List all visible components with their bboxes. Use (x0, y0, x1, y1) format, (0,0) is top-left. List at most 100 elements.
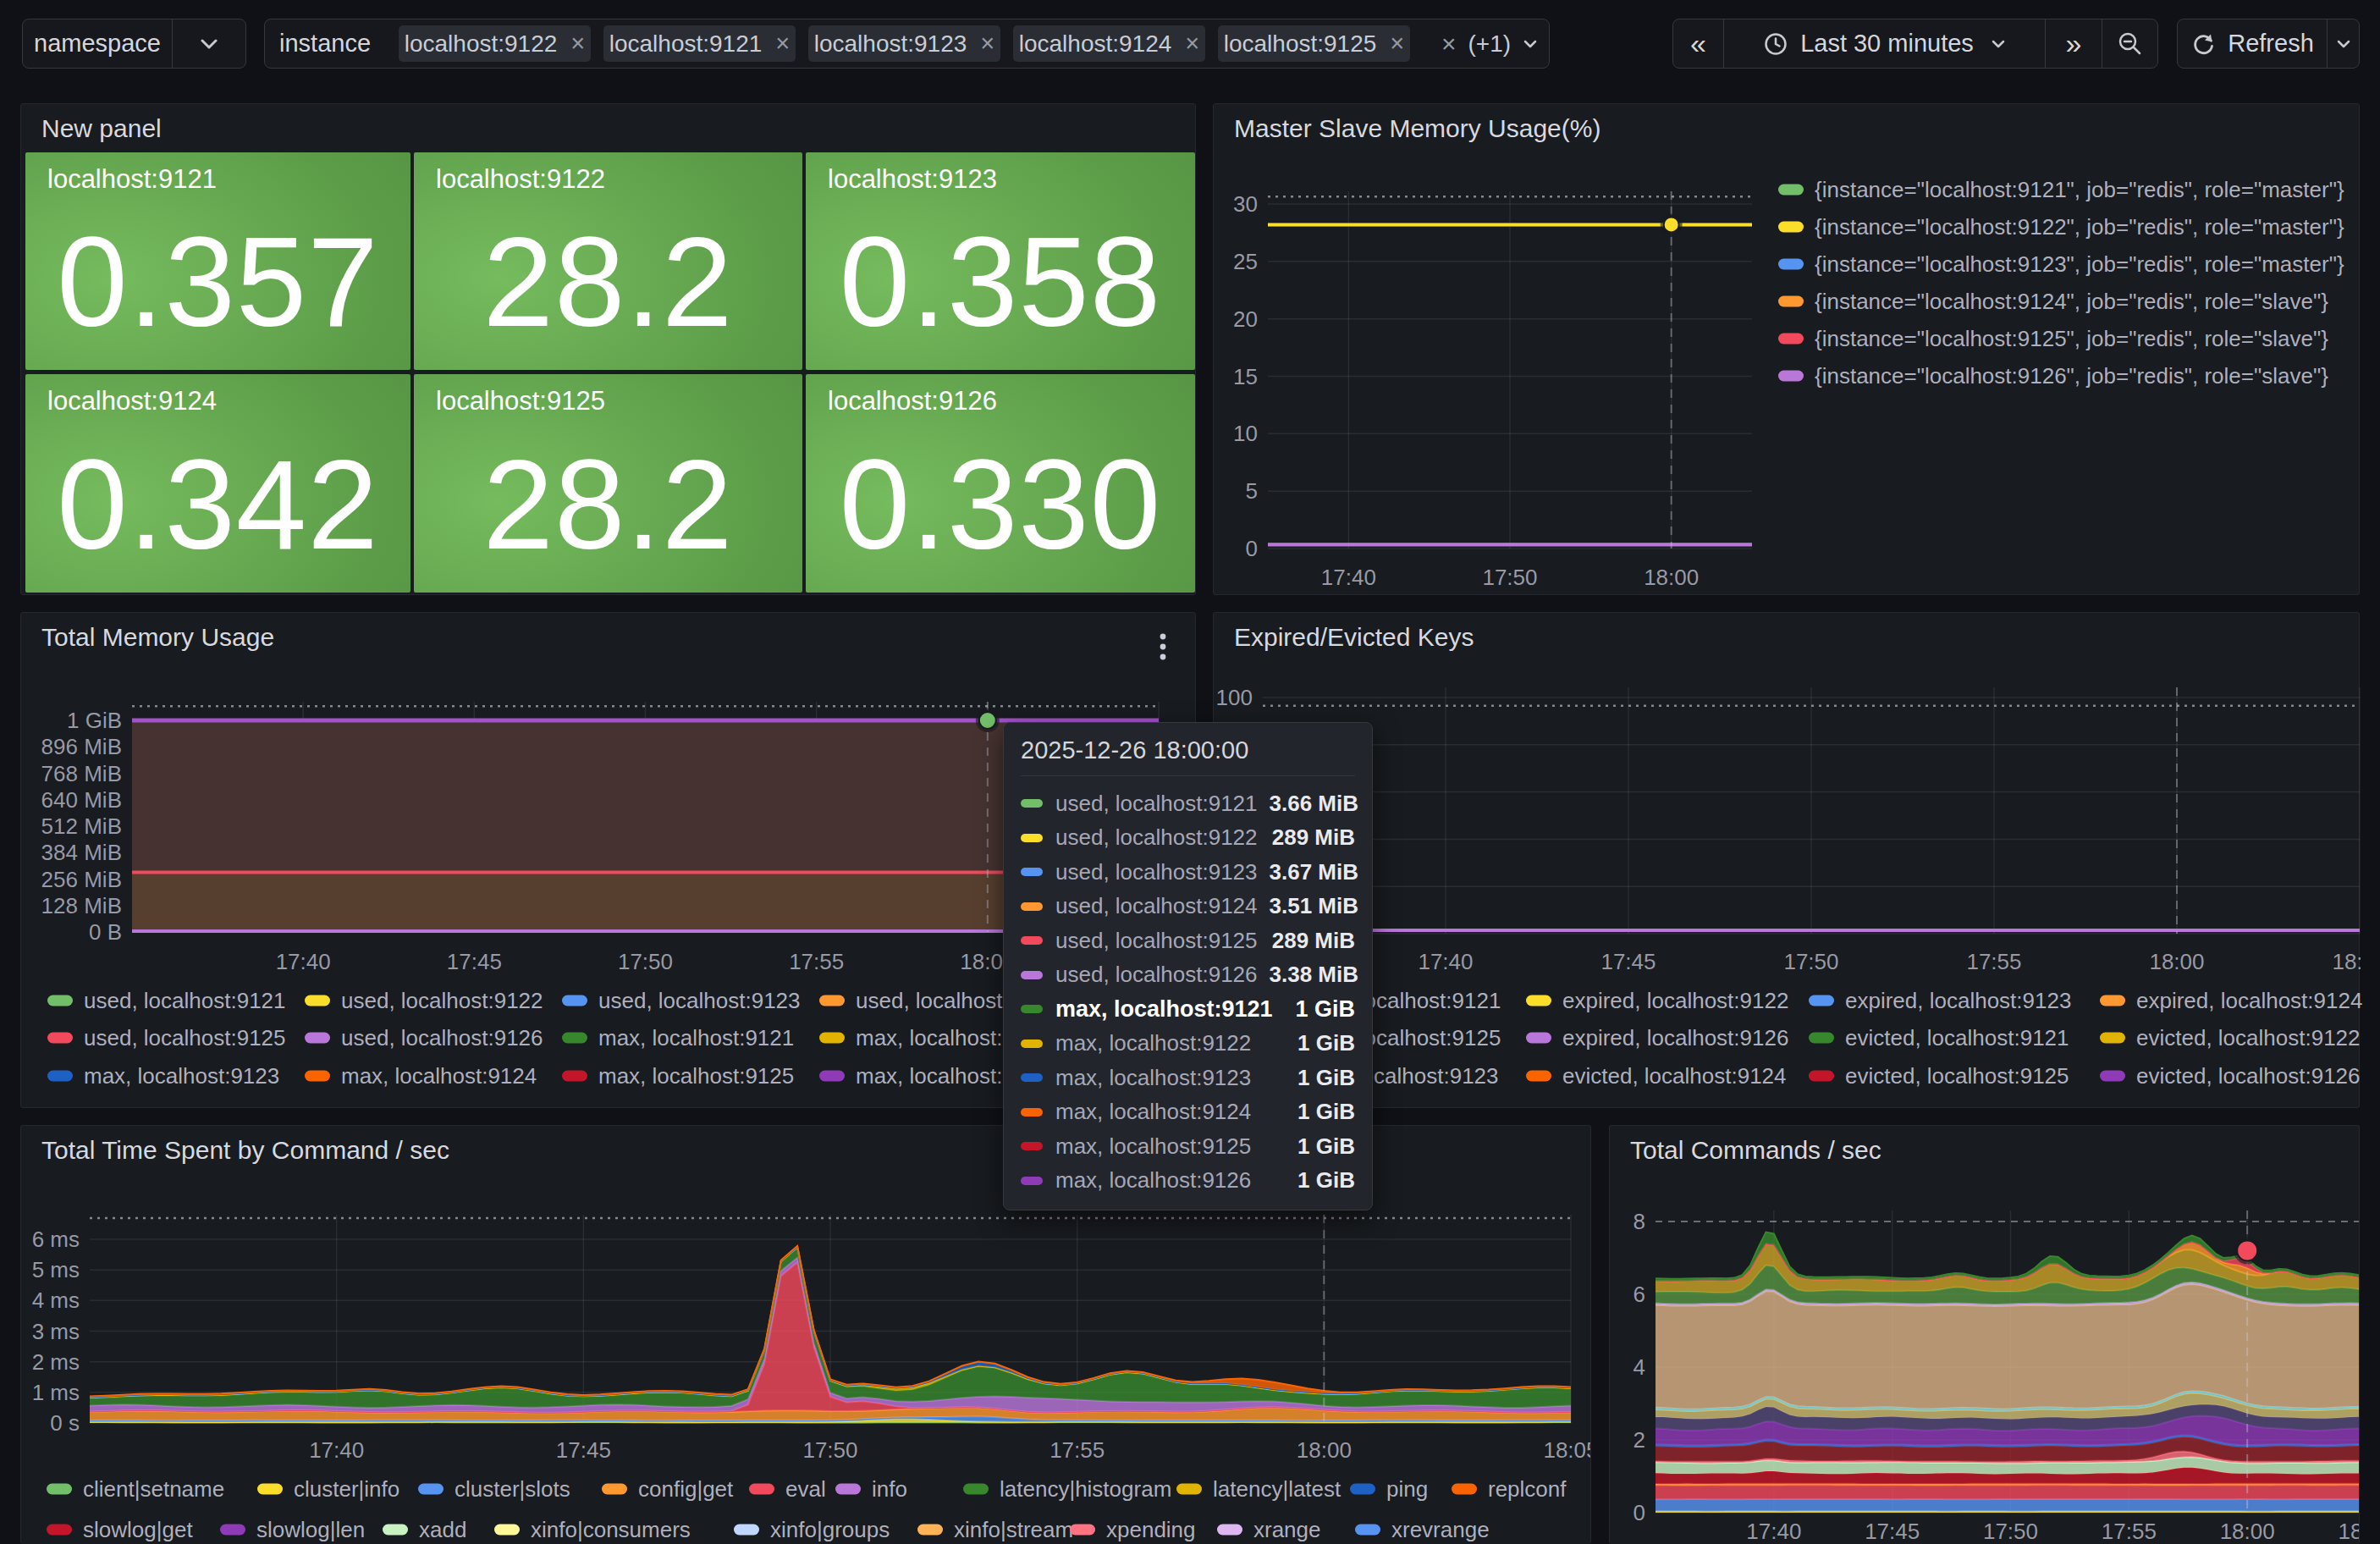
legend-label: used, localhost:9126 (341, 1025, 543, 1051)
legend-item[interactable]: xinfo|stream (917, 1517, 1073, 1543)
legend-item[interactable]: {instance="localhost:9125", job="redis",… (1778, 326, 2328, 352)
legend-item[interactable]: info (835, 1476, 907, 1503)
legend-item[interactable]: evicted, localhost:9125 (1809, 1063, 2069, 1089)
series-label: used, localhost:9124 (1055, 893, 1258, 919)
legend-item[interactable]: {instance="localhost:9122", job="redis",… (1778, 214, 2344, 240)
legend-label: client|setname (83, 1476, 224, 1503)
time-shift-back-button[interactable]: « (1673, 19, 1723, 68)
legend-item[interactable]: {instance="localhost:9123", job="redis",… (1778, 251, 2344, 278)
legend-item[interactable]: max, localhost:9123 (47, 1063, 279, 1089)
legend-item[interactable]: used, localhost:9123 (562, 988, 801, 1014)
tag-label: localhost:9123 (814, 30, 967, 58)
series-color-swatch (1021, 971, 1043, 979)
legend-item[interactable]: evicted, localhost:9126 (2100, 1063, 2361, 1089)
legend-item[interactable]: expired, localhost:9124 (2100, 988, 2362, 1014)
zoom-out-button[interactable] (2102, 19, 2157, 68)
series-label: used, localhost:9121 (1055, 791, 1258, 817)
time-shift-forward-button[interactable]: » (2045, 19, 2102, 68)
legend-item[interactable]: used, localhost:9122 (305, 988, 543, 1014)
stat-tile: localhost:912228.2 (414, 152, 802, 370)
legend-item[interactable]: expired, localhost:9126 (1526, 1025, 1788, 1051)
legend-item[interactable]: evicted, localhost:9124 (1526, 1063, 1787, 1089)
legend-item[interactable]: eval (749, 1476, 826, 1503)
svg-text:17:45: 17:45 (1600, 949, 1656, 974)
remove-tag-icon[interactable]: × (1185, 30, 1199, 58)
legend-item[interactable]: evicted, localhost:9122 (2100, 1025, 2361, 1051)
series-color-swatch (1021, 834, 1043, 842)
remove-tag-icon[interactable]: × (1390, 30, 1404, 58)
time-range-picker[interactable]: Last 30 minutes (1723, 19, 2045, 68)
legend-item[interactable]: xadd (383, 1517, 466, 1543)
legend-item[interactable]: ping (1350, 1476, 1428, 1503)
legend-item[interactable]: {instance="localhost:9124", job="redis",… (1778, 289, 2328, 315)
refresh-button[interactable]: Refresh (2178, 19, 2327, 68)
instance-tag[interactable]: localhost:9121× (603, 25, 796, 62)
legend-item[interactable]: used, localhost:9126 (305, 1025, 543, 1051)
legend-item[interactable]: expired, localhost:9122 (1526, 988, 1788, 1014)
legend-item[interactable]: cluster|slots (418, 1476, 570, 1503)
series-color-swatch (494, 1525, 520, 1536)
svg-text:18:05: 18:05 (1543, 1437, 1591, 1463)
series-color-swatch (1021, 868, 1043, 876)
legend-label: expired, localhost:9123 (1845, 988, 2071, 1014)
legend-item[interactable]: xrevrange (1355, 1517, 1490, 1543)
series-color-swatch (1217, 1525, 1242, 1536)
legend-label: max, localhost:9125 (598, 1063, 794, 1089)
legend-item[interactable]: xpending (1070, 1517, 1196, 1543)
series-color-swatch (1021, 1108, 1043, 1117)
series-label: used, localhost:9123 (1055, 859, 1258, 885)
series-color-swatch (734, 1525, 759, 1536)
total-commands-chart[interactable]: 0246817:4017:4517:5017:5518:0018:05 (1610, 1126, 2360, 1544)
legend-item[interactable]: max, localhost:9124 (305, 1063, 537, 1089)
refresh-interval-dropdown[interactable] (2327, 19, 2359, 68)
series-color-swatch (47, 1071, 73, 1082)
panel-title[interactable]: New panel (41, 114, 162, 143)
legend-item[interactable]: latency|histogram (963, 1476, 1171, 1503)
instance-tag[interactable]: localhost:9123 × (808, 25, 1000, 62)
legend-item[interactable]: xinfo|groups (734, 1517, 890, 1543)
legend-item[interactable]: used, localhost:9125 (47, 1025, 286, 1051)
instance-tag[interactable]: localhost:9125× (1218, 25, 1410, 62)
legend-item[interactable]: evicted, localhost:9121 (1809, 1025, 2069, 1051)
series-color-swatch (819, 1033, 845, 1044)
legend-label: evicted, localhost:9125 (1845, 1063, 2069, 1089)
legend-item[interactable]: latency|latest (1176, 1476, 1341, 1503)
legend-item[interactable]: client|setname (47, 1476, 224, 1503)
remove-tag-icon[interactable]: × (980, 30, 994, 58)
svg-text:256 MiB: 256 MiB (41, 867, 122, 892)
legend-item[interactable]: max, localhost:9121 (562, 1025, 794, 1051)
legend-item[interactable]: xrange (1217, 1517, 1321, 1543)
legend-item[interactable]: slowlog|get (47, 1517, 193, 1543)
series-label: used, localhost:9126 (1055, 962, 1258, 988)
legend-item[interactable]: expired, localhost:9123 (1809, 988, 2071, 1014)
legend-item[interactable]: {instance="localhost:9121", job="redis",… (1778, 177, 2344, 203)
legend-item[interactable]: {instance="localhost:9126", job="redis",… (1778, 363, 2328, 389)
clear-values-icon[interactable]: × (1441, 30, 1457, 58)
stat-label: localhost:9125 (436, 386, 605, 416)
instance-tag[interactable]: localhost:9124× (1013, 25, 1205, 62)
remove-tag-icon[interactable]: × (570, 30, 585, 58)
legend-item[interactable]: max, localhost:9125 (562, 1063, 794, 1089)
svg-text:6 ms: 6 ms (32, 1227, 80, 1252)
svg-text:17:55: 17:55 (2102, 1519, 2157, 1544)
legend-item[interactable]: xinfo|consumers (494, 1517, 691, 1543)
variable-instance-picker[interactable]: instance × (+1) localhost:9122×localhost… (264, 19, 1550, 69)
series-color-swatch (1021, 936, 1043, 945)
instance-tag[interactable]: localhost:9122× (399, 25, 591, 62)
remove-tag-icon[interactable]: × (775, 30, 790, 58)
legend-item[interactable]: cluster|info (257, 1476, 399, 1503)
series-color-swatch (2100, 1033, 2125, 1044)
legend-item[interactable]: used, localhost:9121 (47, 988, 286, 1014)
instance-more[interactable]: × (+1) (1441, 19, 1538, 68)
legend-item[interactable]: replconf (1452, 1476, 1567, 1503)
namespace-dropdown-toggle[interactable] (172, 19, 245, 68)
variable-namespace-picker[interactable]: namespace (22, 19, 246, 69)
series-color-swatch (47, 1525, 72, 1536)
series-label: max, localhost:9126 (1055, 1167, 1286, 1194)
tooltip-row: max, localhost:91251 GiB (1021, 1129, 1355, 1164)
legend-item[interactable]: config|get (602, 1476, 733, 1503)
svg-text:1 ms: 1 ms (32, 1380, 80, 1405)
chevron-down-icon (2336, 39, 2351, 49)
series-color-swatch (1778, 222, 1804, 233)
legend-item[interactable]: slowlog|len (220, 1517, 365, 1543)
